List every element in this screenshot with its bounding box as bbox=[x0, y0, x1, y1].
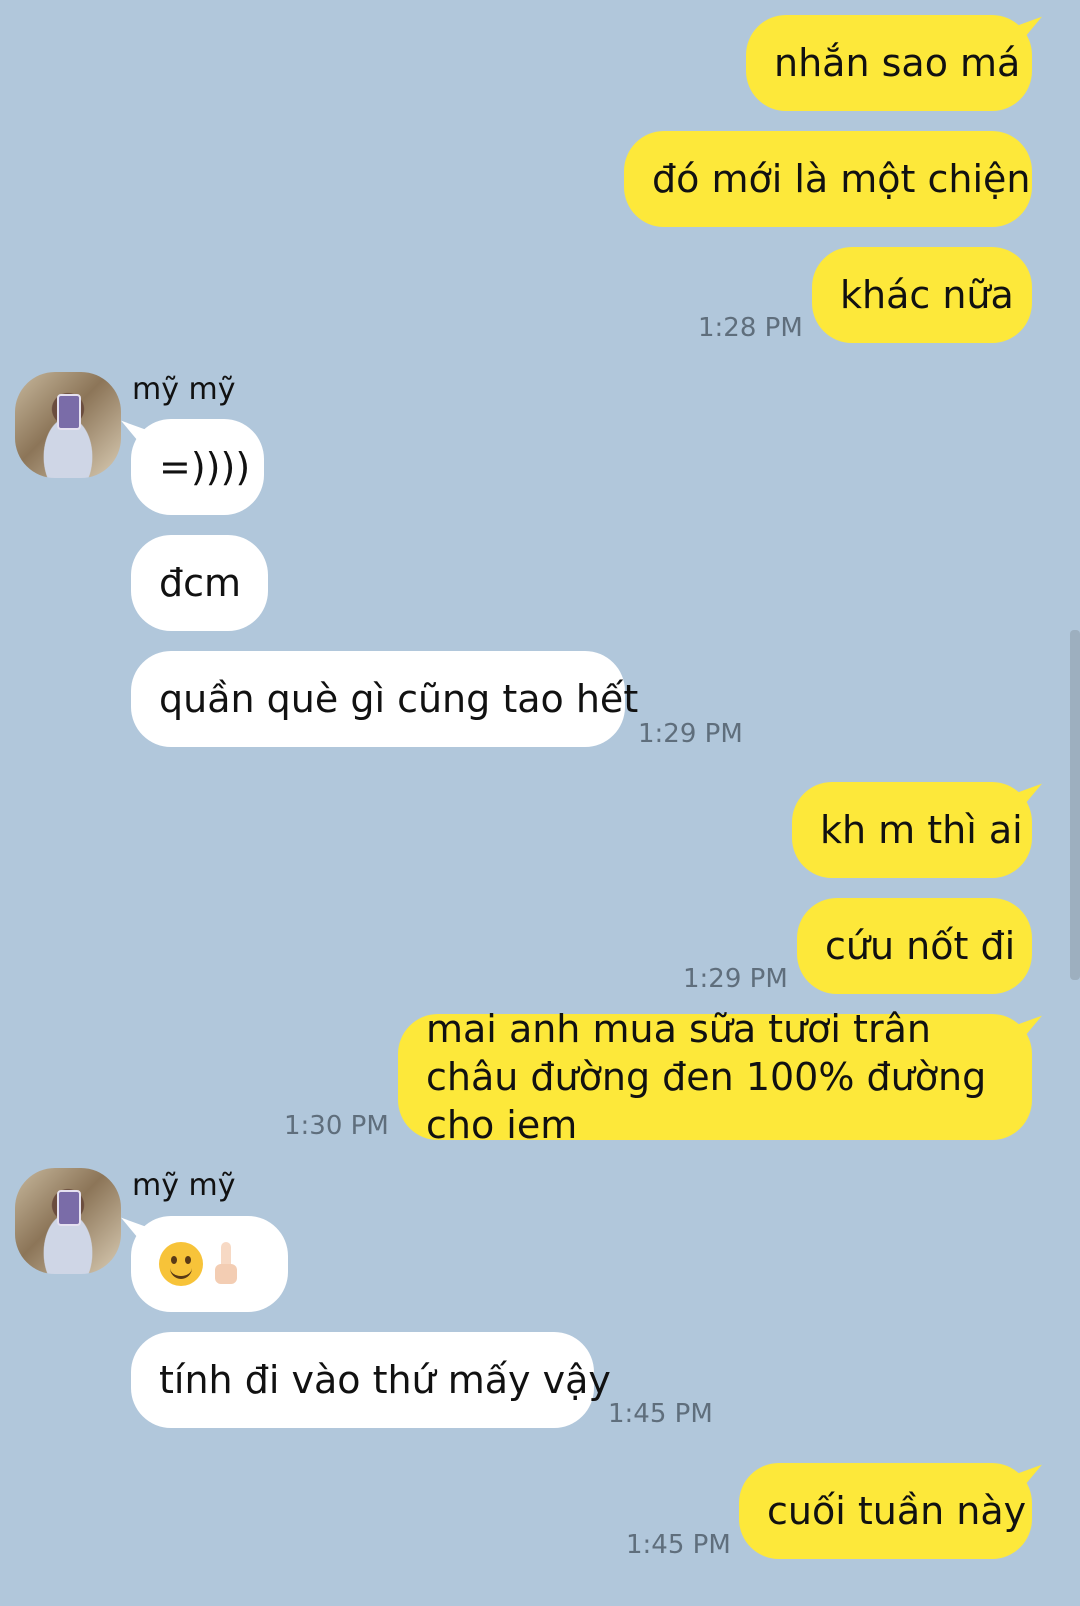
message-bubble-incoming[interactable]: tính đi vào thứ mấy vậy bbox=[131, 1332, 611, 1428]
message-timestamp: 1:29 PM bbox=[683, 964, 788, 994]
message-bubble-incoming[interactable]: đcm bbox=[131, 535, 268, 631]
contact-name: mỹ mỹ bbox=[132, 372, 236, 407]
message-text: mai anh mua sữa tươi trân châu đường đen… bbox=[426, 1007, 987, 1147]
slightly-smiling-face-icon bbox=[159, 1242, 203, 1286]
avatar-photo-detail bbox=[57, 1190, 81, 1226]
contact-avatar[interactable] bbox=[15, 1168, 121, 1274]
message-bubble-outgoing[interactable]: cuối tuần này bbox=[739, 1463, 1032, 1559]
message-bubble-outgoing[interactable]: cứu nốt đi bbox=[797, 898, 1032, 994]
message-text: tính đi vào thứ mấy vậy bbox=[159, 1358, 611, 1402]
message-bubble-incoming[interactable] bbox=[131, 1216, 288, 1312]
message-bubble-incoming[interactable]: quần què gì cũng tao hết bbox=[131, 651, 638, 747]
message-timestamp: 1:29 PM bbox=[638, 719, 743, 749]
message-text: quần què gì cũng tao hết bbox=[159, 677, 639, 721]
message-text: nhắn sao má bbox=[774, 41, 1021, 85]
middle-finger-icon bbox=[215, 1242, 237, 1286]
message-text: khác nữa bbox=[840, 273, 1014, 317]
message-text: cứu nốt đi bbox=[825, 924, 1016, 968]
chat-thread[interactable]: nhắn sao má đó mới là một chiện khác nữa… bbox=[0, 0, 1080, 1606]
avatar-photo-detail bbox=[57, 394, 81, 430]
message-text: kh m thì ai bbox=[820, 808, 1023, 852]
message-timestamp: 1:45 PM bbox=[626, 1530, 731, 1560]
message-bubble-outgoing[interactable]: kh m thì ai bbox=[792, 782, 1032, 878]
message-bubble-outgoing[interactable]: mai anh mua sữa tươi trân châu đường đen… bbox=[398, 1007, 1032, 1147]
message-bubble-outgoing[interactable]: khác nữa bbox=[812, 247, 1032, 343]
message-bubble-outgoing[interactable]: nhắn sao má bbox=[746, 15, 1032, 111]
contact-avatar[interactable] bbox=[15, 372, 121, 478]
scrollbar-thumb[interactable] bbox=[1070, 630, 1080, 980]
message-text: cuối tuần này bbox=[767, 1489, 1027, 1533]
contact-name: mỹ mỹ bbox=[132, 1168, 236, 1203]
message-text: =)))) bbox=[159, 445, 251, 489]
message-bubble-outgoing[interactable]: đó mới là một chiện bbox=[624, 131, 1032, 227]
message-timestamp: 1:30 PM bbox=[284, 1111, 389, 1141]
message-text: đcm bbox=[159, 561, 242, 605]
message-timestamp: 1:45 PM bbox=[608, 1399, 713, 1429]
message-bubble-incoming[interactable]: =)))) bbox=[131, 419, 264, 515]
message-text: đó mới là một chiện bbox=[652, 157, 1031, 201]
message-timestamp: 1:28 PM bbox=[698, 313, 803, 343]
